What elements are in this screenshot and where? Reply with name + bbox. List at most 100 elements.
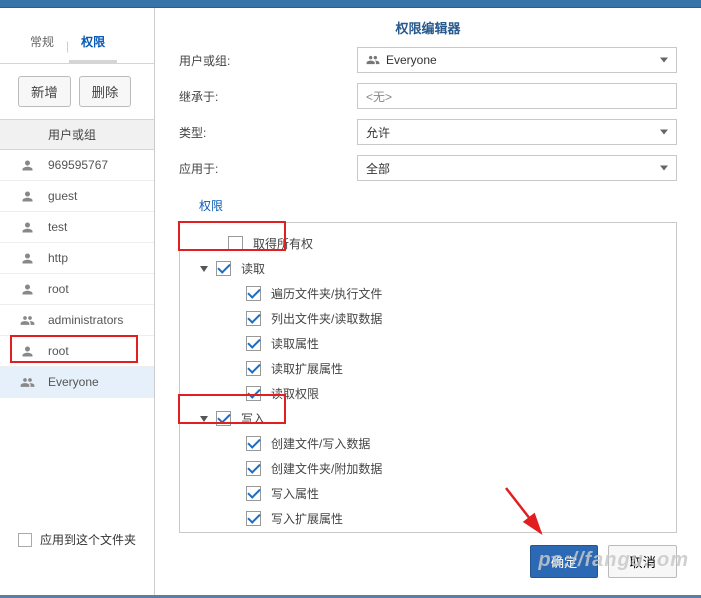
perm-item[interactable]: 写入	[180, 406, 676, 431]
user-icon	[18, 187, 36, 205]
perm-checkbox[interactable]	[228, 236, 243, 251]
perm-checkbox[interactable]	[246, 461, 261, 476]
perm-checkbox[interactable]	[246, 436, 261, 451]
user-icon	[18, 156, 36, 174]
user-icon	[18, 342, 36, 360]
tab-permissions[interactable]: 权限	[69, 25, 117, 63]
input-inherit-from: <无>	[357, 83, 677, 109]
list-header-user-or-group: 用户或组	[0, 119, 154, 150]
perm-label: 写入	[241, 410, 265, 427]
window-titlebar	[0, 0, 701, 8]
select-value: 允许	[366, 124, 390, 141]
select-user-or-group[interactable]: Everyone	[357, 47, 677, 73]
chevron-down-icon[interactable]	[200, 266, 208, 272]
toolbar: 新增 删除	[0, 64, 154, 119]
user-name: http	[48, 251, 68, 265]
user-name: guest	[48, 189, 77, 203]
perm-checkbox[interactable]	[246, 386, 261, 401]
perm-label: 遍历文件夹/执行文件	[271, 285, 382, 302]
select-value: Everyone	[386, 53, 437, 67]
select-value: 全部	[366, 160, 390, 177]
cancel-button[interactable]: 取消	[608, 545, 677, 578]
group-icon	[366, 53, 380, 67]
perm-checkbox[interactable]	[246, 286, 261, 301]
field-user-or-group: 用户或组: Everyone	[179, 47, 677, 73]
user-icon	[18, 249, 36, 267]
user-row[interactable]: root	[0, 274, 154, 305]
perm-item[interactable]: 取得所有权	[180, 231, 676, 256]
group-icon	[18, 373, 36, 391]
label-apply-to: 应用于:	[179, 160, 357, 177]
perm-checkbox[interactable]	[216, 411, 231, 426]
user-list: 969595767 guest test http root administrators…	[0, 150, 154, 398]
user-row[interactable]: guest	[0, 181, 154, 212]
perm-checkbox[interactable]	[246, 311, 261, 326]
apply-checkbox[interactable]	[18, 533, 32, 547]
ok-button[interactable]: 确定	[530, 545, 599, 578]
group-icon	[18, 311, 36, 329]
tabs: 常规 | 权限	[0, 28, 154, 64]
user-name: administrators	[48, 313, 123, 327]
chevron-down-icon	[660, 130, 668, 135]
user-row[interactable]: test	[0, 212, 154, 243]
user-name: Everyone	[48, 375, 99, 389]
permission-editor-dialog: 权限编辑器 用户或组: Everyone 继承于: <无> 类	[155, 8, 701, 598]
label-type: 类型:	[179, 124, 357, 141]
perm-label: 取得所有权	[253, 235, 313, 252]
perm-label: 读取权限	[271, 385, 319, 402]
perm-item[interactable]: 读取权限	[180, 381, 676, 406]
permission-tree[interactable]: 取得所有权读取遍历文件夹/执行文件列出文件夹/读取数据读取属性读取扩展属性读取权…	[179, 223, 677, 533]
perm-checkbox[interactable]	[246, 361, 261, 376]
inherit-value: <无>	[366, 88, 392, 105]
apply-label: 应用到这个文件夹	[40, 531, 136, 548]
perm-item[interactable]: 列出文件夹/读取数据	[180, 306, 676, 331]
perm-item[interactable]: 创建文件/写入数据	[180, 431, 676, 456]
perm-item[interactable]: 读取	[180, 256, 676, 281]
tab-general[interactable]: 常规	[18, 25, 66, 63]
field-inherit-from: 继承于: <无>	[179, 83, 677, 109]
user-name: test	[48, 220, 67, 234]
perm-item[interactable]: 读取扩展属性	[180, 356, 676, 381]
perm-label: 写入属性	[271, 485, 319, 502]
perm-item[interactable]: 读取属性	[180, 331, 676, 356]
field-type: 类型: 允许	[179, 119, 677, 145]
form-area: 用户或组: Everyone 继承于: <无> 类型: 允许	[155, 47, 701, 191]
perm-checkbox[interactable]	[246, 511, 261, 526]
chevron-down-icon	[660, 166, 668, 171]
user-row[interactable]: Everyone	[0, 367, 154, 398]
select-type[interactable]: 允许	[357, 119, 677, 145]
perm-checkbox[interactable]	[246, 486, 261, 501]
perm-label: 读取属性	[271, 335, 319, 352]
field-apply-to: 应用于: 全部	[179, 155, 677, 181]
apply-to-folder-row[interactable]: 应用到这个文件夹	[18, 531, 136, 548]
perm-item[interactable]: 遍历文件夹/执行文件	[180, 281, 676, 306]
label-user-or-group: 用户或组:	[179, 52, 357, 69]
user-name: root	[48, 282, 69, 296]
user-row[interactable]: 969595767	[0, 150, 154, 181]
delete-button[interactable]: 删除	[79, 76, 132, 107]
user-row[interactable]: http	[0, 243, 154, 274]
left-panel: 常规 | 权限 新增 删除 用户或组 969595767 guest test htt…	[0, 8, 155, 598]
user-icon	[18, 280, 36, 298]
chevron-down-icon[interactable]	[200, 416, 208, 422]
chevron-down-icon	[660, 58, 668, 63]
add-button[interactable]: 新增	[18, 76, 71, 107]
label-inherit-from: 继承于:	[179, 88, 357, 105]
perm-label: 写入扩展属性	[271, 510, 343, 527]
perm-checkbox[interactable]	[246, 336, 261, 351]
perm-label: 创建文件夹/附加数据	[271, 460, 382, 477]
user-name: root	[48, 344, 69, 358]
perm-item[interactable]: 写入扩展属性	[180, 506, 676, 531]
perm-item[interactable]: 写入属性	[180, 481, 676, 506]
user-icon	[18, 218, 36, 236]
dialog-title: 权限编辑器	[155, 8, 701, 47]
user-row[interactable]: root	[0, 336, 154, 367]
permission-section: 权限 取得所有权读取遍历文件夹/执行文件列出文件夹/读取数据读取属性读取扩展属性…	[155, 191, 701, 533]
perm-checkbox[interactable]	[216, 261, 231, 276]
perm-item[interactable]: 创建文件夹/附加数据	[180, 456, 676, 481]
select-apply-to[interactable]: 全部	[357, 155, 677, 181]
user-row[interactable]: administrators	[0, 305, 154, 336]
perm-label: 列出文件夹/读取数据	[271, 310, 382, 327]
perm-label: 读取扩展属性	[271, 360, 343, 377]
user-name: 969595767	[48, 158, 108, 172]
